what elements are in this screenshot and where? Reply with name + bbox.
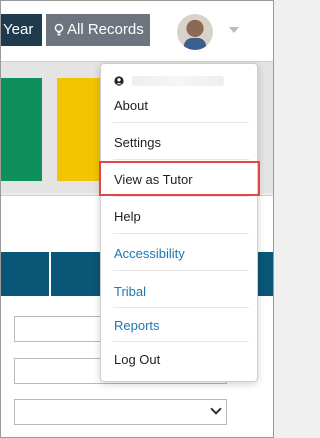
avatar-shirt xyxy=(184,38,206,50)
chevron-down-icon xyxy=(210,403,222,415)
user-avatar[interactable] xyxy=(177,14,213,50)
app-frame: Year All Records About Settings View as … xyxy=(0,0,274,438)
user-circle-icon xyxy=(114,76,124,86)
menu-divider xyxy=(113,270,249,271)
menu-divider xyxy=(113,122,249,123)
year-button[interactable]: Year xyxy=(1,14,42,46)
menu-item-help[interactable]: Help xyxy=(114,208,249,226)
menu-item-log-out[interactable]: Log Out xyxy=(114,351,249,369)
menu-item-settings[interactable]: Settings xyxy=(114,134,249,152)
user-dropdown-menu: About Settings View as Tutor Help Access… xyxy=(100,63,258,382)
highlight-box xyxy=(99,161,260,196)
tile-green[interactable] xyxy=(1,78,42,181)
menu-item-about[interactable]: About xyxy=(114,97,249,115)
tab-block-1[interactable] xyxy=(1,252,49,296)
menu-user-header xyxy=(114,74,254,90)
menu-divider xyxy=(113,159,249,160)
menu-divider xyxy=(113,196,249,197)
all-records-label: All Records xyxy=(67,21,144,38)
select-field[interactable] xyxy=(14,399,227,425)
menu-item-accessibility[interactable]: Accessibility xyxy=(114,245,249,263)
menu-divider xyxy=(113,233,249,234)
chevron-down-icon[interactable] xyxy=(229,27,239,33)
year-button-label: Year xyxy=(3,21,34,38)
menu-item-tribal[interactable]: Tribal xyxy=(114,283,249,301)
menu-divider xyxy=(113,307,249,308)
user-name-redacted xyxy=(132,76,224,86)
top-bar: Year All Records xyxy=(1,1,273,61)
tile-yellow[interactable] xyxy=(57,78,103,181)
lightbulb-icon xyxy=(54,23,64,36)
menu-divider xyxy=(113,341,249,342)
menu-item-reports[interactable]: Reports xyxy=(114,317,249,335)
all-records-button[interactable]: All Records xyxy=(46,14,150,46)
